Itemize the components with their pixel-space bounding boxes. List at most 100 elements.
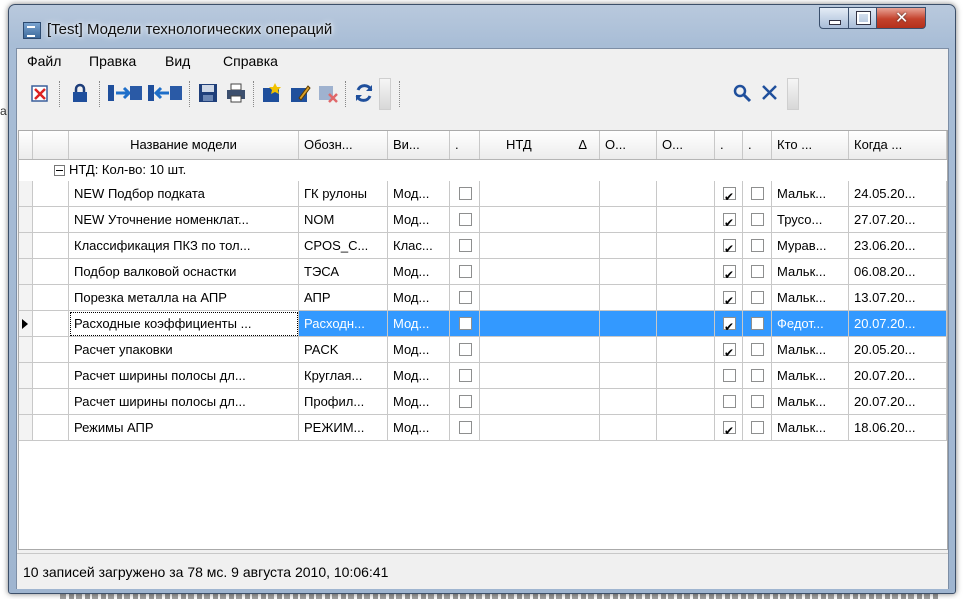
row-checkbox[interactable] — [459, 291, 472, 304]
cell-when[interactable]: 20.05.20... — [849, 337, 947, 363]
col-header-code[interactable]: Обозн... — [299, 131, 388, 159]
cell-who[interactable]: Мальк... — [772, 181, 849, 207]
row-checkbox[interactable] — [751, 317, 764, 330]
row-checkbox[interactable] — [723, 210, 736, 232]
cell-ntd[interactable] — [480, 389, 600, 415]
row-checkbox[interactable] — [723, 184, 736, 206]
row-checkbox[interactable] — [723, 340, 736, 362]
cell-code[interactable]: Круглая... — [299, 363, 388, 389]
row-checkbox[interactable] — [723, 395, 736, 408]
row-indicator[interactable] — [19, 415, 33, 441]
new-item-icon[interactable] — [261, 82, 283, 104]
col-header-when[interactable]: Когда ... — [849, 131, 947, 159]
row-indicator[interactable] — [19, 311, 33, 337]
cell-code[interactable]: АПР — [299, 285, 388, 311]
title-bar[interactable]: [Test] Модели технологических операций ✕ — [9, 5, 955, 47]
cell-c2[interactable] — [715, 337, 743, 363]
cell-o2[interactable] — [657, 363, 715, 389]
save-icon[interactable] — [197, 82, 219, 104]
row-checkbox[interactable] — [751, 291, 764, 304]
table-row[interactable]: Классификация ПКЗ по тол... CPOS_C... Клас… — [19, 233, 947, 259]
cell-type[interactable]: Мод... — [388, 259, 450, 285]
cell-code[interactable]: Профил... — [299, 389, 388, 415]
cell-who[interactable]: Федот... — [772, 311, 849, 337]
cell-o2[interactable] — [657, 233, 715, 259]
cell-when[interactable]: 23.06.20... — [849, 233, 947, 259]
cell-c1[interactable] — [450, 415, 480, 441]
clear-icon[interactable] — [759, 82, 781, 104]
row-checkbox[interactable] — [459, 265, 472, 278]
cell-name[interactable]: Расчет упаковки — [69, 337, 299, 363]
cell-code[interactable]: NOM — [299, 207, 388, 233]
col-header-who[interactable]: Кто ... — [772, 131, 849, 159]
cell-c2[interactable] — [715, 389, 743, 415]
table-row[interactable]: NEW Уточнение номенклат...NOMМод... Трусо… — [19, 207, 947, 233]
row-indicator[interactable] — [19, 285, 33, 311]
menu-file[interactable]: Файл — [27, 53, 61, 69]
cell-o1[interactable] — [600, 233, 657, 259]
row-checkbox[interactable] — [723, 236, 736, 258]
cell-name[interactable]: Порезка металла на АПР — [69, 285, 299, 311]
table-row[interactable]: Режимы АПРРЕЖИМ...Мод... Мальк...18.06.20… — [19, 415, 947, 441]
row-indicator[interactable] — [19, 337, 33, 363]
import-icon[interactable] — [107, 82, 143, 104]
row-checkbox[interactable] — [751, 239, 764, 252]
cell-c3[interactable] — [743, 389, 772, 415]
cell-when[interactable]: 20.07.20... — [849, 311, 947, 337]
group-row[interactable]: НТД: Кол-во: 10 шт. — [19, 160, 947, 180]
cell-code[interactable]: CPOS_C... — [299, 233, 388, 259]
cell-c3[interactable] — [743, 311, 772, 337]
row-checkbox[interactable] — [459, 421, 472, 434]
cell-o2[interactable] — [657, 415, 715, 441]
cell-when[interactable]: 20.07.20... — [849, 389, 947, 415]
col-header-name[interactable]: Название модели — [69, 131, 299, 159]
cell-o1[interactable] — [600, 207, 657, 233]
menu-edit[interactable]: Правка — [89, 53, 136, 69]
table-row[interactable]: NEW Подбор подкатаГК рулоныМод... Мальк..… — [19, 181, 947, 207]
cell-type[interactable]: Мод... — [388, 311, 450, 337]
cell-ntd[interactable] — [480, 285, 600, 311]
toolbar-overflow[interactable] — [787, 78, 799, 110]
menu-help[interactable]: Справка — [223, 53, 278, 69]
row-indicator[interactable] — [19, 181, 33, 207]
cell-c3[interactable] — [743, 285, 772, 311]
row-checkbox[interactable] — [751, 213, 764, 226]
cell-o2[interactable] — [657, 207, 715, 233]
cell-c2[interactable] — [715, 311, 743, 337]
cell-code[interactable]: PACK — [299, 337, 388, 363]
cell-o1[interactable] — [600, 259, 657, 285]
cell-o2[interactable] — [657, 285, 715, 311]
cell-o1[interactable] — [600, 181, 657, 207]
menu-view[interactable]: Вид — [165, 53, 190, 69]
row-checkbox[interactable] — [459, 395, 472, 408]
cell-when[interactable]: 06.08.20... — [849, 259, 947, 285]
cell-who[interactable]: Мальк... — [772, 363, 849, 389]
row-checkbox[interactable] — [723, 314, 736, 336]
col-header-ntd[interactable]: НТД Δ — [480, 131, 600, 159]
cell-o1[interactable] — [600, 285, 657, 311]
cell-o1[interactable] — [600, 311, 657, 337]
cell-c1[interactable] — [450, 259, 480, 285]
cell-o2[interactable] — [657, 389, 715, 415]
row-checkbox[interactable] — [459, 369, 472, 382]
cell-o2[interactable] — [657, 181, 715, 207]
cell-ntd[interactable] — [480, 311, 600, 337]
cell-o2[interactable] — [657, 259, 715, 285]
table-row[interactable]: Расходные коэффициенты ... Расходн... Мод.… — [19, 311, 947, 337]
cell-when[interactable]: 13.07.20... — [849, 285, 947, 311]
row-checkbox[interactable] — [751, 369, 764, 382]
cell-c1[interactable] — [450, 233, 480, 259]
cell-c3[interactable] — [743, 415, 772, 441]
cell-who[interactable]: Мурав... — [772, 233, 849, 259]
close-button[interactable]: ✕ — [876, 7, 926, 29]
cell-o1[interactable] — [600, 389, 657, 415]
table-row[interactable]: Расчет ширины полосы дл... Профил... Мод..… — [19, 389, 947, 415]
remove-item-icon[interactable] — [317, 82, 339, 104]
row-checkbox[interactable] — [751, 343, 764, 356]
row-checkbox[interactable] — [751, 421, 764, 434]
cell-code[interactable]: РЕЖИМ... — [299, 415, 388, 441]
cell-o2[interactable] — [657, 337, 715, 363]
row-indicator[interactable] — [19, 259, 33, 285]
cell-type[interactable]: Мод... — [388, 337, 450, 363]
cell-who[interactable]: Мальк... — [772, 415, 849, 441]
